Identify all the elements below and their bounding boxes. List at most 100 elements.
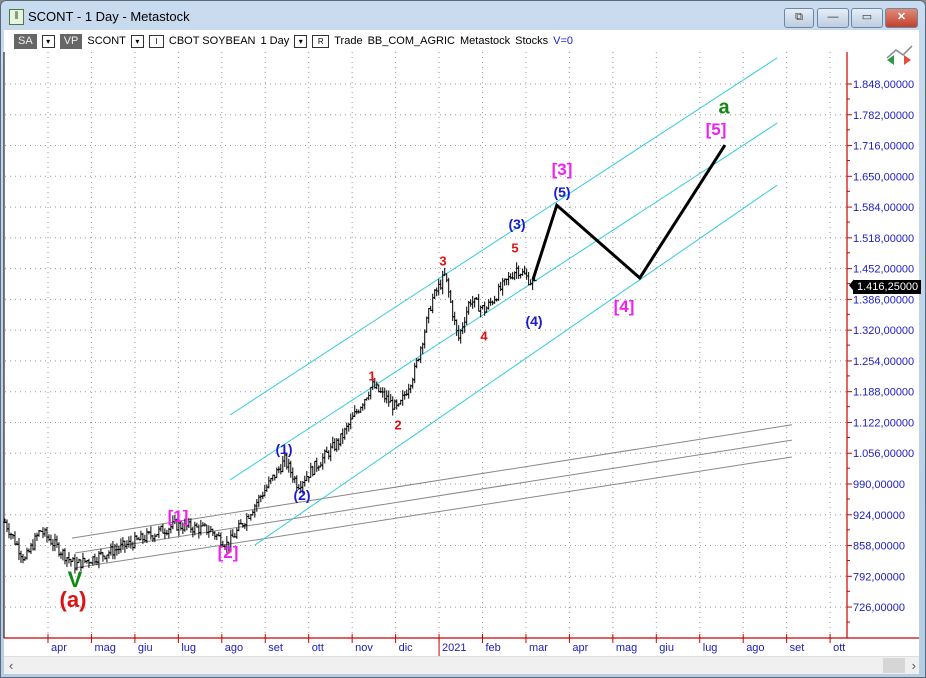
wave-label: [3] [551,160,573,179]
ohlc-bar [516,265,521,279]
ohlc-bar [28,542,33,554]
ohlc-bar [66,552,71,564]
ohlc-bar [486,299,491,310]
x-tick-label: apr [572,642,588,654]
x-tick-label: set [790,642,805,654]
last-price-tag: 1.416,25000 [853,280,922,294]
price-chart[interactable]: 1.848,00000 1.782,00000 1.716,00000 1.650,0… [0,0,926,678]
ohlc-bar [344,422,349,435]
x-tick-label: mag [94,642,115,654]
ohlc-bar [164,529,169,536]
wave-label: (3) [508,216,526,232]
ohlc-bar [312,460,317,475]
ohlc-bar [110,540,115,560]
ohlc-bar [58,551,63,559]
ohlc-bar [130,541,135,551]
ohlc-bar [264,484,269,492]
ohlc-bar [458,329,463,344]
ohlc-bar [394,399,399,410]
wave-label: [2] [217,543,239,562]
ohlc-bar [360,403,365,411]
ohlc-bar [450,300,455,321]
ohlc-bar [324,446,329,453]
ohlc-bar [412,362,417,384]
wave-label: (1) [275,441,293,457]
ohlc-bar [390,396,395,416]
ohlc-bar [42,527,47,537]
ohlc-bar [148,526,153,540]
y-tick-label: 1.056,00000 [853,448,914,460]
ohlc-bar [274,467,279,479]
ohlc-bar [506,271,511,286]
ohlc-bar [434,287,439,297]
wave-label: 3 [439,253,447,269]
horizontal-scrollbar[interactable]: ‹ › [4,656,919,674]
x-tick-label: ott [833,642,845,654]
ohlc-bar [8,532,13,540]
ohlc-bar [50,538,55,552]
right-arrow-icon [904,55,911,65]
ohlc-bar [4,519,9,533]
ohlc-bar [328,443,333,462]
ohlc-bar [508,273,513,280]
x-tick-label: lug [703,642,718,654]
ohlc-bar [20,553,25,564]
y-tick-label: 1.320,00000 [853,325,914,337]
ohlc-bar [156,526,161,539]
ohlc-bar [442,267,447,277]
ohlc-bar [6,523,11,539]
ohlc-bar [276,466,281,474]
scrollbar-thumb[interactable] [883,658,905,673]
ohlc-bar [340,428,345,444]
ohlc-bar [250,510,255,516]
ohlc-bar [476,293,481,312]
ohlc-bar [258,494,263,503]
y-tick-label: 1.584,00000 [853,202,914,214]
x-tick-label: ago [746,642,764,654]
y-tick-label: 1.518,00000 [853,233,914,245]
ohlc-bar [524,268,529,280]
y-tick-label: 1.122,00000 [853,417,914,429]
y-tick-label: 1.716,00000 [853,141,914,153]
ohlc-bar [304,471,309,482]
channel-line [229,122,778,481]
ohlc-bar [464,306,469,325]
ohlc-bar [120,537,125,550]
ohlc-bar [452,311,457,326]
ohlc-bar [108,543,113,556]
ohlc-bar [62,548,67,565]
ohlc-bar [236,519,241,532]
ohlc-bar [288,460,293,478]
y-tick-label: 726,00000 [853,602,905,614]
x-tick-label: dic [399,642,414,654]
ohlc-bar [362,398,367,410]
scroll-left-icon[interactable]: ‹ [9,657,13,674]
y-tick-label: 858,00000 [853,541,905,553]
ohlc-bar [200,522,205,527]
ohlc-bar [448,290,453,304]
y-tick-label: 1.386,00000 [853,294,914,306]
ohlc-bar [52,533,57,552]
ohlc-bar [204,524,209,535]
ohlc-bar [444,273,449,283]
ohlc-bar [440,270,445,295]
ohlc-bar [128,535,133,549]
ohlc-bar [146,530,151,535]
ohlc-bar [138,530,143,541]
ohlc-bar [34,532,39,542]
ohlc-bar [382,387,387,403]
wave-label: (a) [59,587,87,612]
ohlc-bar [44,527,49,543]
ohlc-bar [104,554,109,563]
ohlc-bar [212,531,217,540]
trend-indicator-icon [886,45,913,59]
x-tick-label: mar [529,642,548,654]
ohlc-bar [426,308,431,324]
wave-label: 4 [480,328,488,344]
x-tick-label: ago [225,642,243,654]
ohlc-bar [384,390,389,404]
ohlc-bar [254,499,259,512]
ohlc-bar [292,475,297,484]
scroll-right-icon[interactable]: › [912,657,916,674]
ohlc-bar [326,450,331,460]
